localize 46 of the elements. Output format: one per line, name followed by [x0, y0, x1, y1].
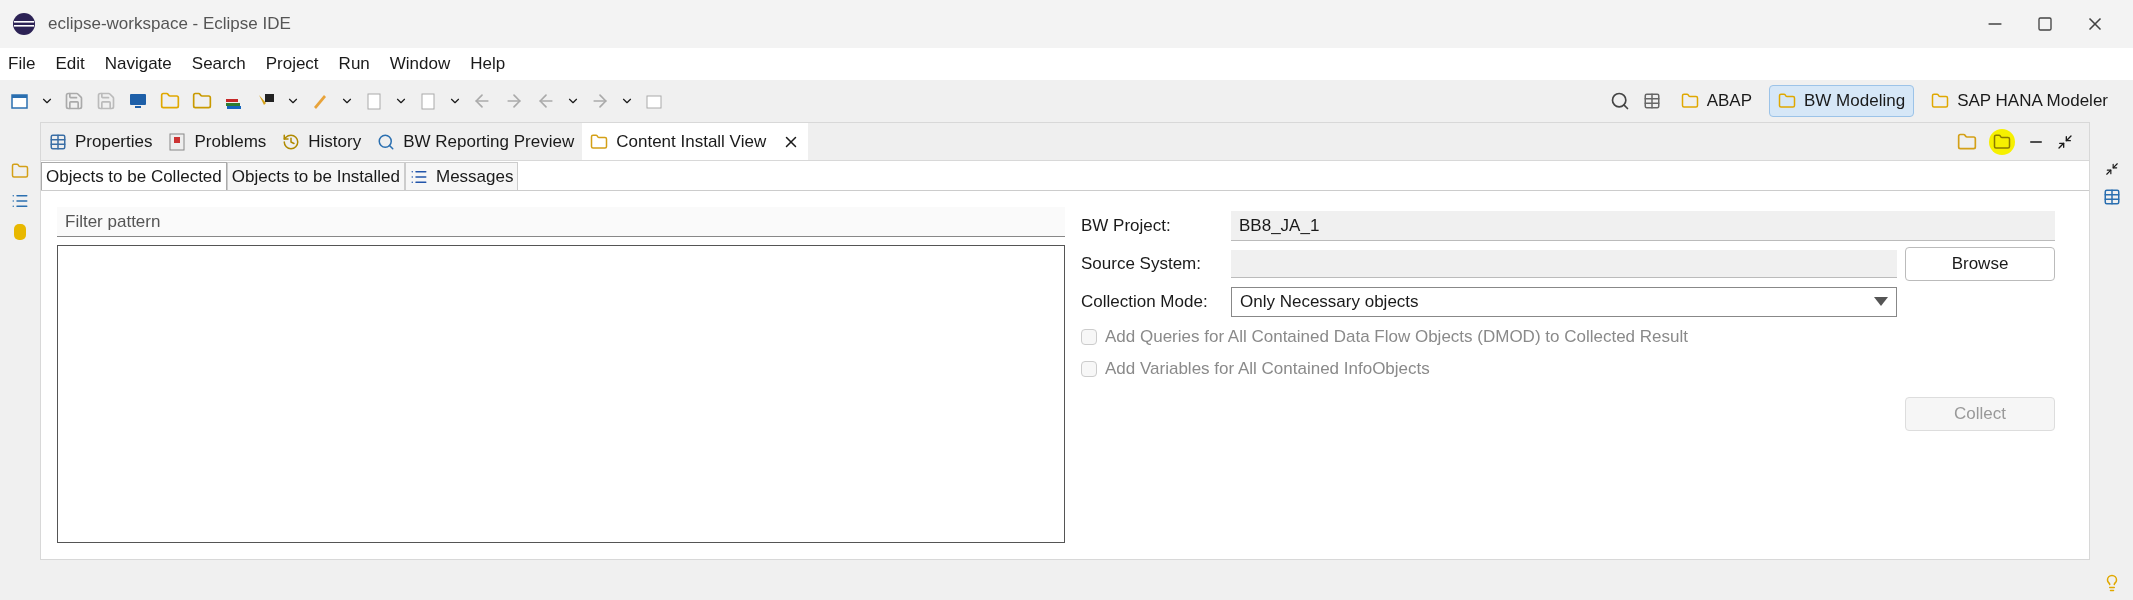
- sub-tab[interactable]: Objects to be Installed: [226, 162, 405, 190]
- filter-field[interactable]: Filter pattern: [57, 207, 1065, 237]
- source-system-field[interactable]: [1231, 250, 1897, 278]
- folder-icon: [1680, 92, 1699, 110]
- menu-item[interactable]: Window: [389, 51, 451, 77]
- sub-tab[interactable]: Messages: [405, 162, 519, 190]
- menu-item[interactable]: Project: [265, 51, 319, 77]
- field-label: Collection Mode:: [1081, 291, 1209, 314]
- panel-icon[interactable]: [2102, 188, 2121, 206]
- view-tab[interactable]: History: [274, 123, 370, 160]
- menu-item[interactable]: Search: [191, 51, 246, 77]
- collection-mode-dropdown[interactable]: Only Necessary objects: [1231, 287, 1897, 317]
- table-icon: [49, 132, 67, 151]
- view-tab[interactable]: Problems: [160, 123, 275, 160]
- problems-icon: [168, 132, 187, 151]
- perspective-button[interactable]: ABAP: [1671, 85, 1761, 117]
- field-label: Source System:: [1081, 253, 1202, 276]
- folder-icon: [1931, 92, 1950, 110]
- browse-button[interactable]: Browse: [1905, 247, 2055, 281]
- folder-icon[interactable]: [1989, 128, 2015, 155]
- menu-item[interactable]: Help: [470, 51, 506, 77]
- folder-icon: [1778, 92, 1796, 110]
- view-tab[interactable]: Content Install View: [582, 123, 809, 160]
- eclipse-logo-icon: [12, 12, 36, 36]
- checkbox-label: Add Variables for All Contained InfoObjects: [1105, 358, 1430, 381]
- folder-icon: [590, 132, 609, 151]
- view-tab[interactable]: Properties: [41, 123, 161, 160]
- menu-item[interactable]: Edit: [55, 51, 85, 77]
- menu-item[interactable]: Navigate: [104, 51, 172, 77]
- field-label: BW Project:: [1081, 215, 1172, 238]
- perspective-button[interactable]: BW Modeling: [1769, 85, 1915, 117]
- menu-item[interactable]: Run: [338, 51, 370, 77]
- dropdown-arrow-icon[interactable]: [1874, 297, 1888, 307]
- outline-icon[interactable]: [11, 192, 29, 210]
- history-icon: [282, 132, 301, 151]
- magnifier-icon: [377, 132, 396, 151]
- view-tab[interactable]: BW Reporting Preview: [369, 123, 583, 160]
- sub-tab[interactable]: Objects to be Collected: [41, 162, 227, 190]
- restore-icon[interactable]: [2104, 162, 2119, 176]
- perspective-button[interactable]: SAP HANA Modeler: [1922, 85, 2117, 117]
- window-title: eclipse-workspace - Eclipse IDE: [48, 13, 291, 36]
- checkbox-label: Add Queries for All Contained Data Flow Objects (DMOD) to Collected Result: [1105, 326, 1688, 349]
- maximize-icon[interactable]: [2037, 16, 2053, 32]
- project-field[interactable]: BB8_JA_1: [1231, 211, 2055, 241]
- restore-icon[interactable]: [2057, 133, 2073, 150]
- menu-item[interactable]: File: [8, 51, 36, 77]
